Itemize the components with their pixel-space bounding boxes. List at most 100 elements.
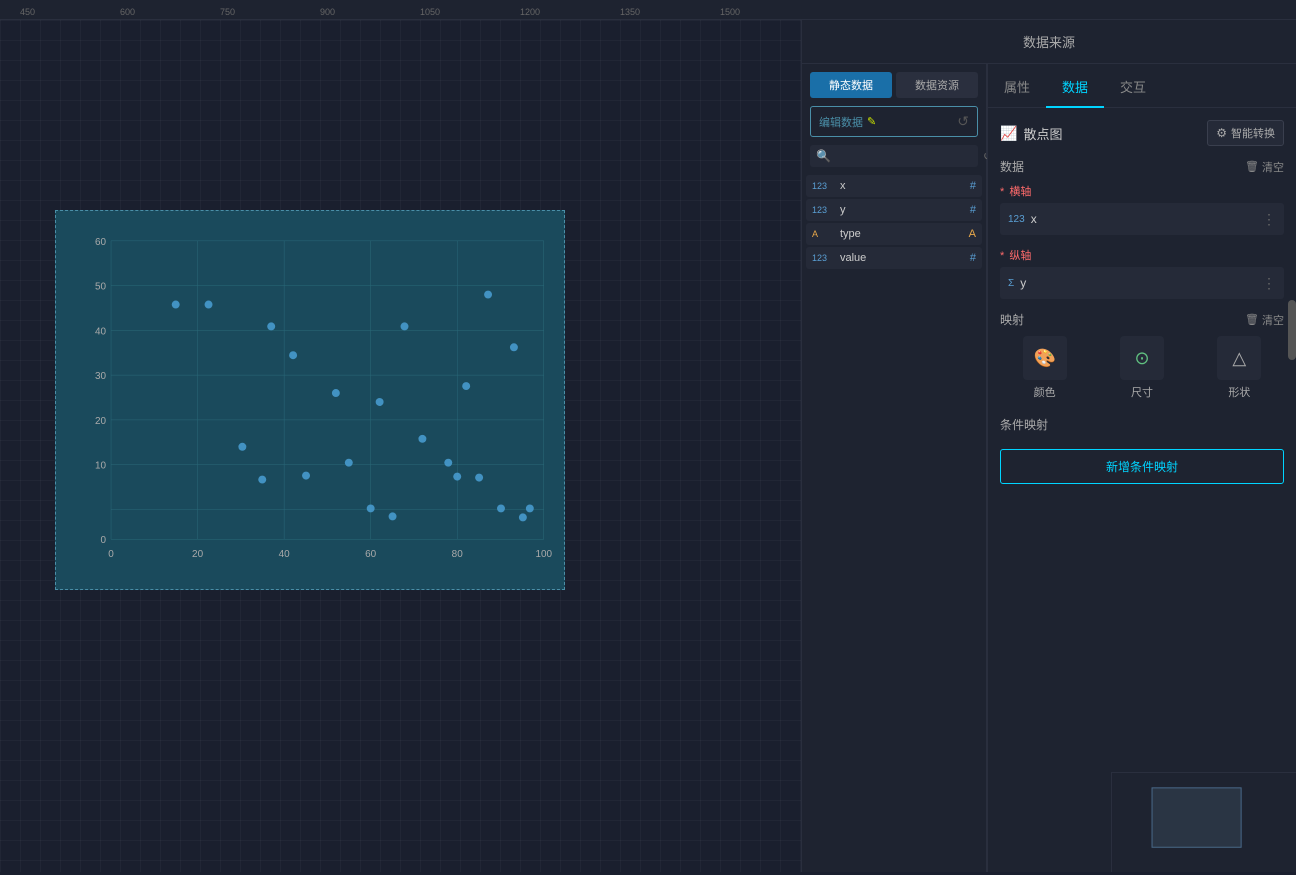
field-type-value: 123 <box>812 253 836 263</box>
pencil-icon: ✎ <box>867 115 876 128</box>
shape-icon-box: △ <box>1217 336 1261 380</box>
edit-data-label: 编辑数据 <box>819 114 863 130</box>
data-source-header: 数据来源 <box>802 20 1296 64</box>
color-label: 颜色 <box>1034 384 1056 400</box>
chart-type-name: 散点图 <box>1023 124 1062 143</box>
props-panel: 属性 数据 交互 📈 散点图 ⚙ 智能转换 <box>988 64 1296 872</box>
field-icon-value: # <box>970 252 976 264</box>
field-name-value: value <box>840 252 970 264</box>
svg-text:50: 50 <box>95 282 107 293</box>
condition-section-header: 条件映射 <box>1000 416 1284 433</box>
svg-text:20: 20 <box>192 549 204 560</box>
size-label: 尺寸 <box>1131 384 1153 400</box>
tab-datasource[interactable]: 数据资源 <box>896 72 978 98</box>
scroll-indicator[interactable] <box>1288 300 1296 360</box>
ruler-mark: 1500 <box>720 7 740 17</box>
field-item-x[interactable]: 123 x # <box>806 175 982 197</box>
canvas-area[interactable]: 60 50 40 30 20 10 0 0 20 40 60 80 100 <box>0 20 801 872</box>
svg-text:10: 10 <box>95 461 107 472</box>
svg-text:100: 100 <box>535 549 552 560</box>
chart-inner: 60 50 40 30 20 10 0 0 20 40 60 80 100 <box>56 211 564 589</box>
svg-text:80: 80 <box>452 549 464 560</box>
ruler-mark: 900 <box>320 7 335 17</box>
svg-text:60: 60 <box>365 549 377 560</box>
x-axis-required: * <box>1000 186 1004 198</box>
y-axis-required: * <box>1000 250 1004 262</box>
field-name-x: x <box>840 180 970 192</box>
svg-text:60: 60 <box>95 237 107 248</box>
mapping-items: 🎨 颜色 ⊙ 尺寸 <box>1000 336 1284 400</box>
data-section-header: 数据 🗑 清空 <box>1000 158 1284 175</box>
props-top-tabs: 属性 数据 交互 <box>988 64 1296 108</box>
data-panel: 静态数据 数据资源 编辑数据 ✎ ↺ 🔍 ↺ 123 x <box>802 64 987 872</box>
mapping-section: 映射 🗑 清空 🎨 颜色 <box>1000 311 1284 400</box>
x-axis-label: 横轴 <box>1009 186 1031 198</box>
main-layout: 60 50 40 30 20 10 0 0 20 40 60 80 100 <box>0 20 1296 872</box>
field-list: 123 x # 123 y # A type A 1 <box>802 175 986 872</box>
scatter-chart-svg: 60 50 40 30 20 10 0 0 20 40 60 80 100 <box>56 211 564 589</box>
y-axis-field-box: Σ y ⋮ <box>1000 267 1284 299</box>
ruler-mark: 750 <box>220 7 235 17</box>
x-axis-label-row: * 横轴 <box>1000 183 1284 199</box>
mapping-clear-button[interactable]: 🗑 清空 <box>1245 312 1284 328</box>
mapping-shape[interactable]: △ 形状 <box>1195 336 1284 400</box>
field-item-y[interactable]: 123 y # <box>806 199 982 221</box>
field-icon-type: A <box>969 228 976 240</box>
data-section-title: 数据 <box>1000 158 1024 175</box>
ruler-mark: 450 <box>20 7 35 17</box>
scatter-chart-icon: 📈 <box>1000 125 1017 142</box>
mini-map-svg <box>1112 773 1296 872</box>
add-condition-button[interactable]: 新增条件映射 <box>1000 449 1284 484</box>
color-icon-box: 🎨 <box>1023 336 1067 380</box>
x-field-name: x <box>1031 212 1262 226</box>
props-content: 📈 散点图 ⚙ 智能转换 数据 🗑 清空 <box>988 108 1296 872</box>
field-icon-y: # <box>970 204 976 216</box>
tab-data[interactable]: 数据 <box>1046 67 1104 108</box>
trash-icon: 🗑 <box>1245 160 1259 173</box>
mini-map-inner <box>1112 773 1296 872</box>
field-type-y: 123 <box>812 205 836 215</box>
smart-convert-button[interactable]: ⚙ 智能转换 <box>1207 120 1284 146</box>
tab-interact[interactable]: 交互 <box>1104 67 1162 108</box>
mini-map <box>1111 772 1296 872</box>
mapping-title: 映射 <box>1000 311 1024 328</box>
y-field-name: y <box>1020 276 1262 290</box>
mapping-color[interactable]: 🎨 颜色 <box>1000 336 1089 400</box>
field-icon-x: # <box>970 180 976 192</box>
svg-text:20: 20 <box>95 416 107 427</box>
svg-text:0: 0 <box>108 549 114 560</box>
x-field-type-icon: 123 <box>1008 214 1025 225</box>
mapping-trash-icon: 🗑 <box>1245 313 1259 326</box>
search-icon: 🔍 <box>816 149 831 163</box>
field-item-type[interactable]: A type A <box>806 223 982 245</box>
search-row: 🔍 ↺ <box>810 145 978 167</box>
svg-text:40: 40 <box>95 326 107 337</box>
field-name-type: type <box>840 228 969 240</box>
mapping-section-header: 映射 🗑 清空 <box>1000 311 1284 328</box>
field-item-value[interactable]: 123 value # <box>806 247 982 269</box>
ruler-mark: 600 <box>120 7 135 17</box>
tab-properties[interactable]: 属性 <box>988 67 1046 108</box>
chart-container[interactable]: 60 50 40 30 20 10 0 0 20 40 60 80 100 <box>55 210 565 590</box>
condition-section: 条件映射 新增条件映射 <box>1000 416 1284 484</box>
right-panel: 数据来源 静态数据 数据资源 编辑数据 ✎ ↺ 🔍 ↺ <box>801 20 1296 872</box>
shape-label: 形状 <box>1228 384 1250 400</box>
data-clear-button[interactable]: 🗑 清空 <box>1245 159 1284 175</box>
ruler-mark: 1200 <box>520 7 540 17</box>
y-field-type-icon: Σ <box>1008 278 1014 289</box>
svg-text:40: 40 <box>279 549 291 560</box>
field-name-y: y <box>840 204 970 216</box>
mapping-clear-label: 清空 <box>1262 312 1284 328</box>
y-field-more-icon[interactable]: ⋮ <box>1262 275 1276 292</box>
edit-data-button[interactable]: 编辑数据 ✎ ↺ <box>810 106 978 137</box>
ruler-mark: 1050 <box>420 7 440 17</box>
clear-label: 清空 <box>1262 159 1284 175</box>
x-field-more-icon[interactable]: ⋮ <box>1262 211 1276 228</box>
mapping-size[interactable]: ⊙ 尺寸 <box>1097 336 1186 400</box>
field-type-x: 123 <box>812 181 836 191</box>
search-input[interactable] <box>835 150 977 162</box>
data-panel-tabs: 静态数据 数据资源 <box>802 64 986 98</box>
tab-static-data[interactable]: 静态数据 <box>810 72 892 98</box>
smart-icon: ⚙ <box>1216 126 1227 140</box>
size-icon-box: ⊙ <box>1120 336 1164 380</box>
